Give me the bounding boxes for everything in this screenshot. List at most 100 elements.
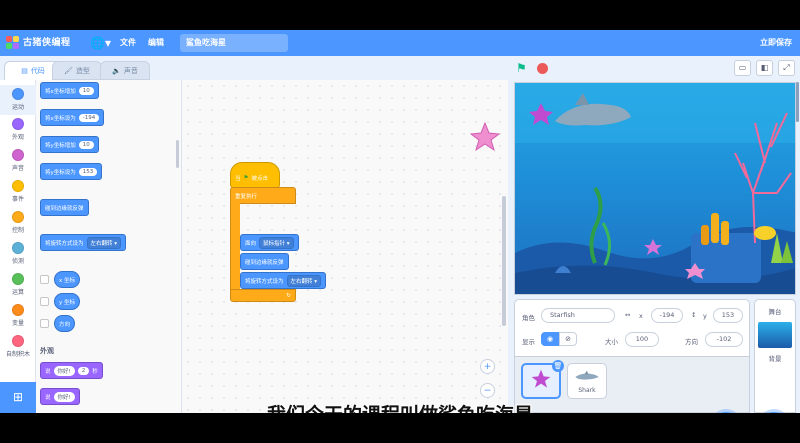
block-say-for-secs[interactable]: 说 你好! 2 秒 (40, 362, 103, 379)
block-bounce[interactable]: 碰到边缘就反弹 (40, 199, 89, 216)
small-stage-icon: ▭ (738, 63, 747, 72)
menu-edit[interactable]: 编辑 (148, 30, 164, 56)
show-sprite-button[interactable]: ◉ (541, 332, 559, 346)
hat-when-flag-clicked[interactable]: 当 ⚑ 被点击 (230, 162, 280, 188)
block-input[interactable]: 10 (78, 140, 94, 149)
delete-sprite-button[interactable]: 🗑 (552, 360, 564, 372)
save-now-button[interactable]: 立即保存 (760, 30, 792, 56)
direction-input[interactable]: -102 (705, 332, 743, 347)
dropdown-value: 左右翻转 (90, 240, 113, 247)
block-forever[interactable]: 重复执行 (230, 187, 296, 204)
category-variables[interactable]: 变量 (0, 304, 36, 327)
category-menu: 运动 外观 声音 事件 控制 侦测 运算 变量 自制积木 ⊞ (0, 80, 36, 413)
block-input[interactable]: -194 (78, 113, 100, 122)
category-control[interactable]: 控制 (0, 211, 36, 234)
sprite-name-input[interactable]: Starfish (541, 308, 615, 323)
logo-text: 古猪侠编程 (23, 38, 71, 48)
block-dropdown[interactable]: 左右翻转 ▾ (286, 274, 322, 287)
checkbox-direction[interactable] (40, 319, 49, 328)
small-stage-button[interactable]: ▭ (734, 60, 751, 76)
large-stage-button[interactable]: ◧ (756, 60, 773, 76)
menu-file[interactable]: 文件 (120, 30, 136, 56)
tab-sounds[interactable]: 🔈 声音 (100, 61, 150, 80)
editor-tabs: ▤ 代码 🖌 造型 🔈 声音 (0, 56, 500, 80)
underwater-backdrop (515, 83, 795, 294)
sprite-thumb-starfish[interactable]: 🗑 (521, 360, 564, 399)
block-set-y[interactable]: 将y坐标设为 153 (40, 163, 103, 180)
block-dropdown[interactable]: 左右翻转 ▾ (86, 236, 122, 249)
sprite-thumb-shark[interactable]: Shark (567, 363, 607, 399)
category-dot (12, 180, 24, 192)
scratch-editor: 古猪侠编程 🌐▾ 文件 编辑 鲨鱼吃海星 立即保存 ▤ 代码 🖌 造型 🔈 声音… (0, 30, 800, 413)
block-input[interactable]: 10 (78, 86, 94, 95)
backdrop-thumbnail (758, 322, 792, 348)
block-dropdown[interactable]: 鼠标指针 ▾ (259, 236, 294, 249)
category-motion[interactable]: 运动 (0, 85, 36, 115)
category-operators[interactable]: 运算 (0, 273, 36, 296)
project-title-input[interactable]: 鲨鱼吃海星 (180, 34, 288, 52)
checkbox-y[interactable] (40, 297, 49, 306)
block-input[interactable]: 2 (77, 366, 90, 375)
section-looks-label: 外观 (40, 347, 54, 355)
block-input[interactable]: 你好! (53, 365, 75, 376)
script-workspace[interactable]: 当 ⚑ 被点击 重复执行 面向 鼠标指针 ▾ 碰到边缘就反弹 将旋转方式设为 左… (182, 80, 508, 413)
hide-sprite-button[interactable]: ⊘ (559, 332, 577, 346)
shark-icon (575, 370, 599, 380)
zoom-in-button[interactable]: + (480, 359, 495, 374)
stage-selector[interactable]: 舞台 背景 (754, 299, 796, 413)
letterbox-top (0, 0, 800, 30)
sprite-thumb-label: Shark (578, 387, 596, 394)
y-input[interactable]: 153 (713, 308, 743, 323)
checkbox-x[interactable] (40, 275, 49, 284)
zoom-out-button[interactable]: − (480, 383, 495, 398)
tab-costumes-label: 造型 (75, 66, 90, 75)
block-rotation-style[interactable]: 将旋转方式设为 左右翻转 ▾ (240, 272, 327, 289)
block-text: 将x坐标设为 (45, 115, 76, 122)
size-label: 大小 (605, 338, 618, 346)
x-label: x (639, 312, 643, 320)
logo[interactable]: 古猪侠编程 (6, 30, 76, 56)
stage-canvas[interactable] (514, 82, 796, 295)
x-arrows-icon: ↔ (625, 311, 631, 319)
reporter-direction[interactable]: 方向 (54, 315, 76, 332)
palette-scrollbar[interactable] (176, 140, 179, 168)
tab-costumes[interactable]: 🖌 造型 (52, 61, 102, 80)
block-set-x[interactable]: 将x坐标设为 -194 (40, 109, 105, 126)
category-my-blocks[interactable]: 自制积木 (0, 335, 36, 358)
fullscreen-button[interactable]: ⤢ (778, 60, 795, 76)
x-input[interactable]: -194 (651, 308, 683, 323)
size-input[interactable]: 100 (625, 332, 659, 347)
block-rotation-style[interactable]: 将旋转方式设为 左右翻转 ▾ (40, 234, 127, 251)
category-label: 控制 (11, 227, 24, 234)
category-dot (12, 211, 24, 223)
category-events[interactable]: 事件 (0, 180, 36, 203)
reporter-x-position[interactable]: x 坐标 (54, 271, 81, 288)
zoom-in-icon: + (483, 362, 492, 372)
green-flag-icon[interactable]: ⚑ (516, 61, 527, 75)
globe-icon[interactable]: 🌐▾ (90, 30, 111, 56)
stop-icon[interactable] (537, 63, 548, 74)
block-change-x[interactable]: 将x坐标增加 10 (40, 82, 99, 99)
category-label: 事件 (11, 196, 24, 203)
block-input[interactable]: 153 (78, 167, 98, 176)
block-forever-end: ↻ (230, 289, 296, 302)
category-dot (12, 304, 24, 316)
dropdown-value: 左右翻转 (290, 278, 313, 285)
stage-header: ⚑ ▭ ◧ ⤢ (508, 56, 800, 80)
workspace-scrollbar[interactable] (502, 196, 506, 326)
block-text: 将y坐标设为 (45, 169, 76, 176)
direction-label: 方向 (685, 338, 698, 346)
category-looks[interactable]: 外观 (0, 118, 36, 141)
stage-scrollbar[interactable] (796, 82, 799, 122)
category-sound[interactable]: 声音 (0, 149, 36, 172)
sprite-info-panel: 角色 Starfish ↔ x -194 ↕ y 153 显示 ◉ ⊘ 大小 1… (514, 299, 750, 357)
block-point-towards[interactable]: 面向 鼠标指针 ▾ (240, 234, 299, 251)
block-bounce[interactable]: 碰到边缘就反弹 (240, 253, 289, 270)
category-label: 声音 (11, 165, 24, 172)
category-dot (12, 335, 24, 347)
category-label: 变量 (11, 320, 24, 327)
reporter-y-position[interactable]: y 坐标 (54, 293, 81, 310)
block-change-y[interactable]: 将y坐标增加 10 (40, 136, 99, 153)
block-text: 将旋转方式设为 (45, 240, 84, 247)
category-sensing[interactable]: 侦测 (0, 242, 36, 265)
